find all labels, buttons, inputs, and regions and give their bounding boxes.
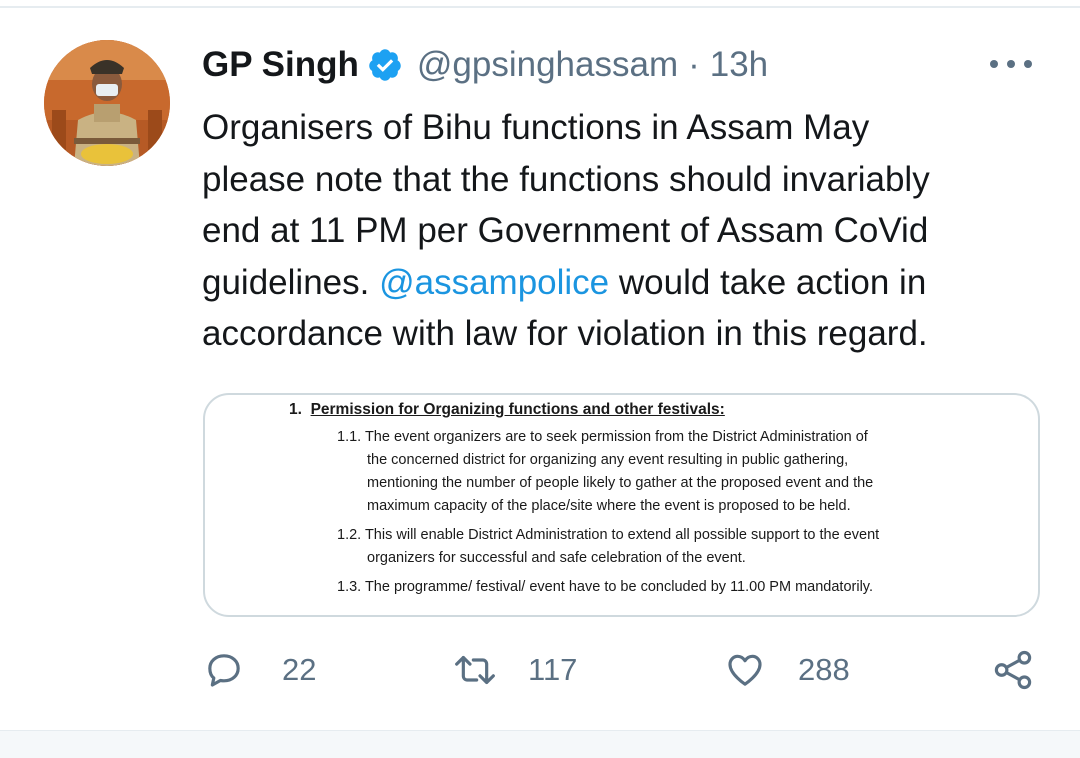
doc-line: 1.2. This will enable District Administr… — [337, 527, 880, 543]
doc-line: 1.3. The programme/ festival/ event have… — [337, 579, 873, 595]
like-count: 288 — [798, 652, 850, 687]
retweet-count: 117 — [528, 652, 578, 687]
doc-heading-text: Permission for Organizing functions and … — [310, 401, 725, 418]
tweet-line: accordance with law for violation in thi… — [202, 314, 928, 353]
more-dot — [990, 60, 998, 68]
header-separator: · — [688, 45, 700, 84]
doc-line: the concerned district for organizing an… — [367, 452, 849, 468]
tweet-line-text: guidelines. — [202, 262, 380, 302]
retweet-icon — [455, 655, 495, 685]
retweet-button[interactable]: 117 — [452, 640, 577, 700]
tweet-header: GP Singh @gpsinghassam · 13h — [202, 40, 768, 90]
tweet-line: guidelines. @assampolice would take acti… — [202, 257, 1062, 309]
author-name[interactable]: GP Singh — [202, 45, 359, 85]
reply-icon — [208, 654, 240, 687]
tweet-media-image[interactable]: 1. Permission for Organizing functions a… — [203, 393, 1040, 617]
verified-badge-icon — [367, 47, 403, 83]
avatar-photo — [44, 40, 170, 166]
like-button[interactable]: 288 — [724, 640, 850, 700]
reply-button[interactable]: 22 — [204, 640, 316, 700]
author-handle[interactable]: @gpsinghassam — [417, 45, 678, 85]
share-button[interactable] — [992, 640, 1034, 700]
tweet-timestamp[interactable]: 13h — [710, 45, 768, 85]
mention-link[interactable]: @assampolice — [379, 263, 609, 302]
doc-line: organizers for successful and safe celeb… — [367, 550, 746, 566]
doc-line: maximum capacity of the place/site where… — [367, 498, 851, 514]
doc-line: 1.1. The event organizers are to seek pe… — [337, 429, 868, 445]
avatar[interactable] — [44, 40, 170, 166]
document-excerpt: 1. Permission for Organizing functions a… — [205, 395, 1038, 615]
doc-heading-number: 1. — [289, 401, 302, 418]
more-dot — [1024, 60, 1032, 68]
tweet-text: Organisers of Bihu functions in Assam Ma… — [202, 102, 1062, 360]
tweet-line-text: would take action in — [609, 262, 927, 302]
share-icon — [994, 650, 1032, 690]
tweet-line: please note that the functions should in… — [202, 159, 930, 199]
more-dot — [1007, 60, 1015, 68]
bottom-divider — [0, 730, 1080, 758]
tweet-line: Organisers of Bihu functions in Assam Ma… — [202, 108, 870, 147]
tweet-line: end at 11 PM per Government of Assam CoV… — [202, 211, 929, 250]
reply-count: 22 — [282, 652, 317, 687]
tweet-actions: 22 117 288 — [0, 640, 1080, 700]
doc-heading: 1. Permission for Organizing functions a… — [289, 401, 725, 419]
doc-line: mentioning the number of people likely t… — [367, 475, 874, 491]
top-divider — [0, 6, 1080, 8]
more-icon[interactable] — [990, 52, 1032, 76]
like-icon — [728, 654, 762, 686]
